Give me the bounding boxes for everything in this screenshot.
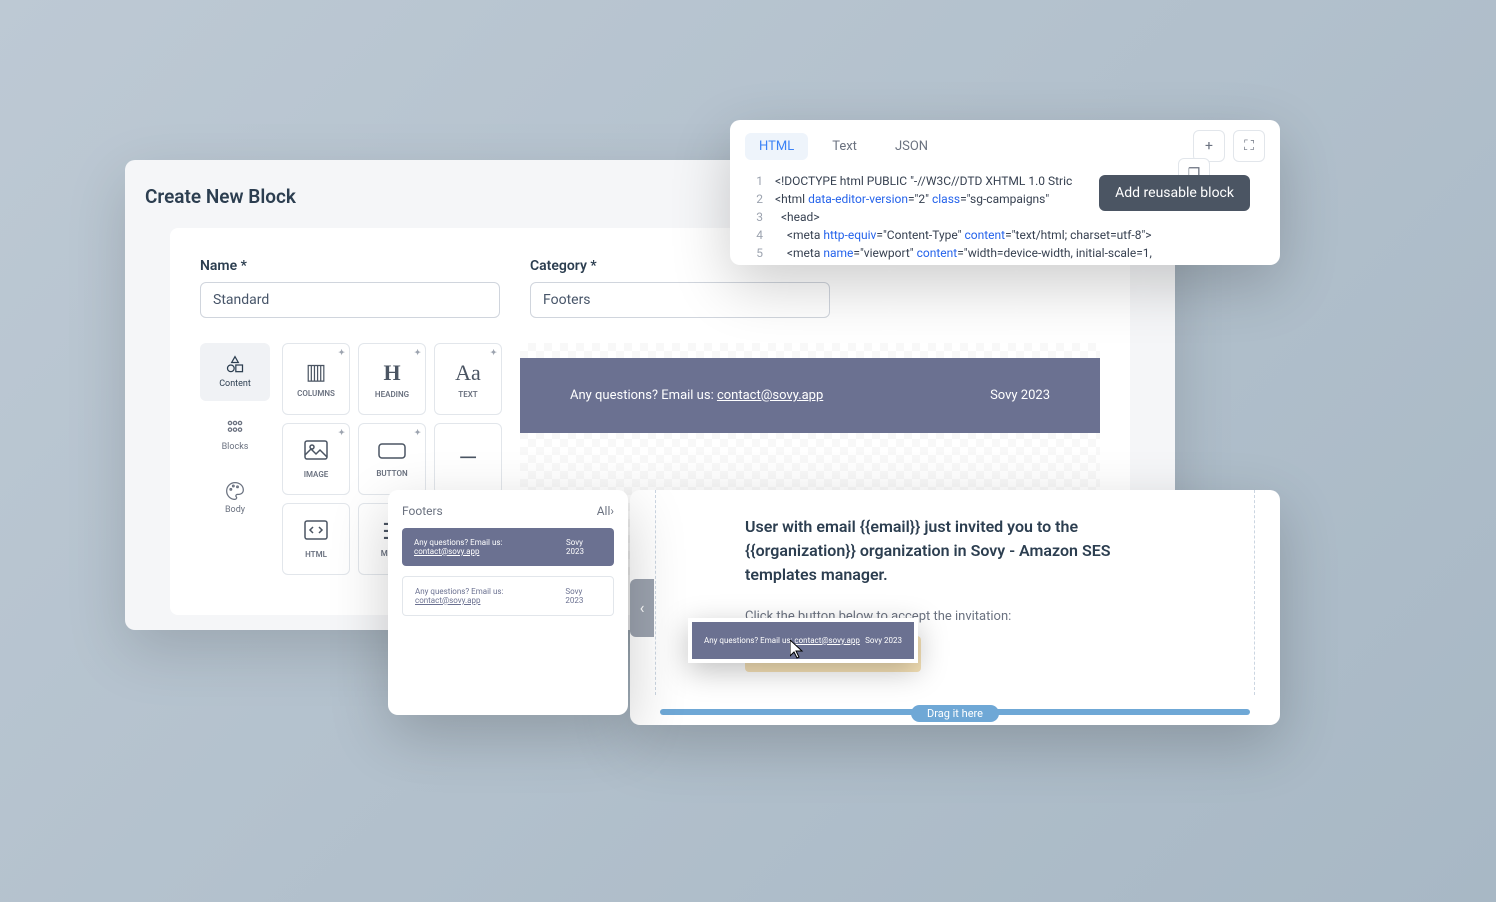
tool-columns[interactable]: ✦▥COLUMNS: [282, 343, 350, 415]
collapse-handle[interactable]: ‹: [630, 579, 654, 637]
code-tab-html[interactable]: HTML: [745, 133, 808, 160]
picker-item-1[interactable]: Any questions? Email us: contact@sovy.ap…: [402, 528, 614, 566]
email-heading: User with email {{email}} just invited y…: [745, 515, 1175, 587]
category-input[interactable]: [530, 282, 830, 318]
blocks-picker: Footers All › Any questions? Email us: c…: [388, 490, 628, 715]
tool-image[interactable]: ✦IMAGE: [282, 423, 350, 495]
heading-icon: H: [383, 360, 400, 386]
chevron-left-icon: ‹: [640, 598, 645, 617]
grid-icon: [225, 418, 245, 438]
footer-preview-block[interactable]: Any questions? Email us: contact@sovy.ap…: [520, 358, 1100, 433]
code-line-3: <head>: [775, 208, 820, 226]
code-icon: [304, 520, 328, 546]
footer-email-link[interactable]: contact@sovy.app: [717, 388, 823, 403]
tool-button[interactable]: ✦BUTTON: [358, 423, 426, 495]
ai-badge-icon: ✦: [338, 428, 345, 437]
ai-badge-icon: ✦: [490, 348, 497, 357]
expand-icon: ⛶: [1244, 138, 1254, 154]
expand-button[interactable]: ⛶: [1233, 130, 1265, 162]
button-icon: [378, 440, 406, 465]
divider-icon: ─: [460, 444, 476, 470]
chevron-right-icon: ›: [610, 504, 614, 518]
picker-all-link[interactable]: All ›: [597, 504, 614, 518]
ai-badge-icon: ✦: [414, 348, 421, 357]
text-icon: Aa: [455, 360, 481, 386]
tool-html[interactable]: HTML: [282, 503, 350, 575]
code-tab-text[interactable]: Text: [818, 133, 871, 160]
ai-badge-icon: ✦: [338, 348, 345, 357]
tab-blocks[interactable]: Blocks: [200, 406, 270, 464]
tooltip-add-reusable: Add reusable block: [1099, 175, 1250, 211]
tool-heading[interactable]: ✦HHEADING: [358, 343, 426, 415]
shapes-icon: [225, 355, 245, 375]
drop-label: Drag it here: [911, 705, 999, 722]
columns-icon: ▥: [306, 360, 327, 385]
code-line-1: <!DOCTYPE html PUBLIC "-//W3C//DTD XHTML…: [775, 172, 1072, 190]
cursor-icon: [790, 640, 806, 664]
code-line-5: <meta name="viewport" content="width=dev…: [775, 244, 1152, 262]
footer-brand: Sovy 2023: [990, 388, 1050, 403]
tool-text[interactable]: ✦AaTEXT: [434, 343, 502, 415]
tab-content[interactable]: Content: [200, 343, 270, 401]
code-line-2: <html data-editor-version="2" class="sg-…: [775, 190, 1049, 208]
plus-icon: +: [1205, 138, 1213, 154]
code-tab-json[interactable]: JSON: [881, 133, 942, 160]
palette-icon: [225, 481, 245, 501]
footer-question: Any questions? Email us: contact@sovy.ap…: [570, 388, 823, 403]
ai-badge-icon: ✦: [414, 428, 421, 437]
email-preview-panel: ‹ User with email {{email}} just invited…: [630, 490, 1280, 725]
code-line-4: <meta http-equiv="Content-Type" content=…: [775, 226, 1152, 244]
image-icon: [304, 440, 328, 466]
name-label: Name *: [200, 258, 500, 274]
code-panel: HTML Text JSON + ⛶ ❒ 1<!DOCTYPE html PUB…: [730, 120, 1280, 265]
tab-body[interactable]: Body: [200, 469, 270, 527]
picker-item-2[interactable]: Any questions? Email us: contact@sovy.ap…: [402, 576, 614, 616]
tool-divider[interactable]: ─: [434, 423, 502, 495]
picker-title: Footers: [402, 504, 443, 518]
name-input[interactable]: [200, 282, 500, 318]
